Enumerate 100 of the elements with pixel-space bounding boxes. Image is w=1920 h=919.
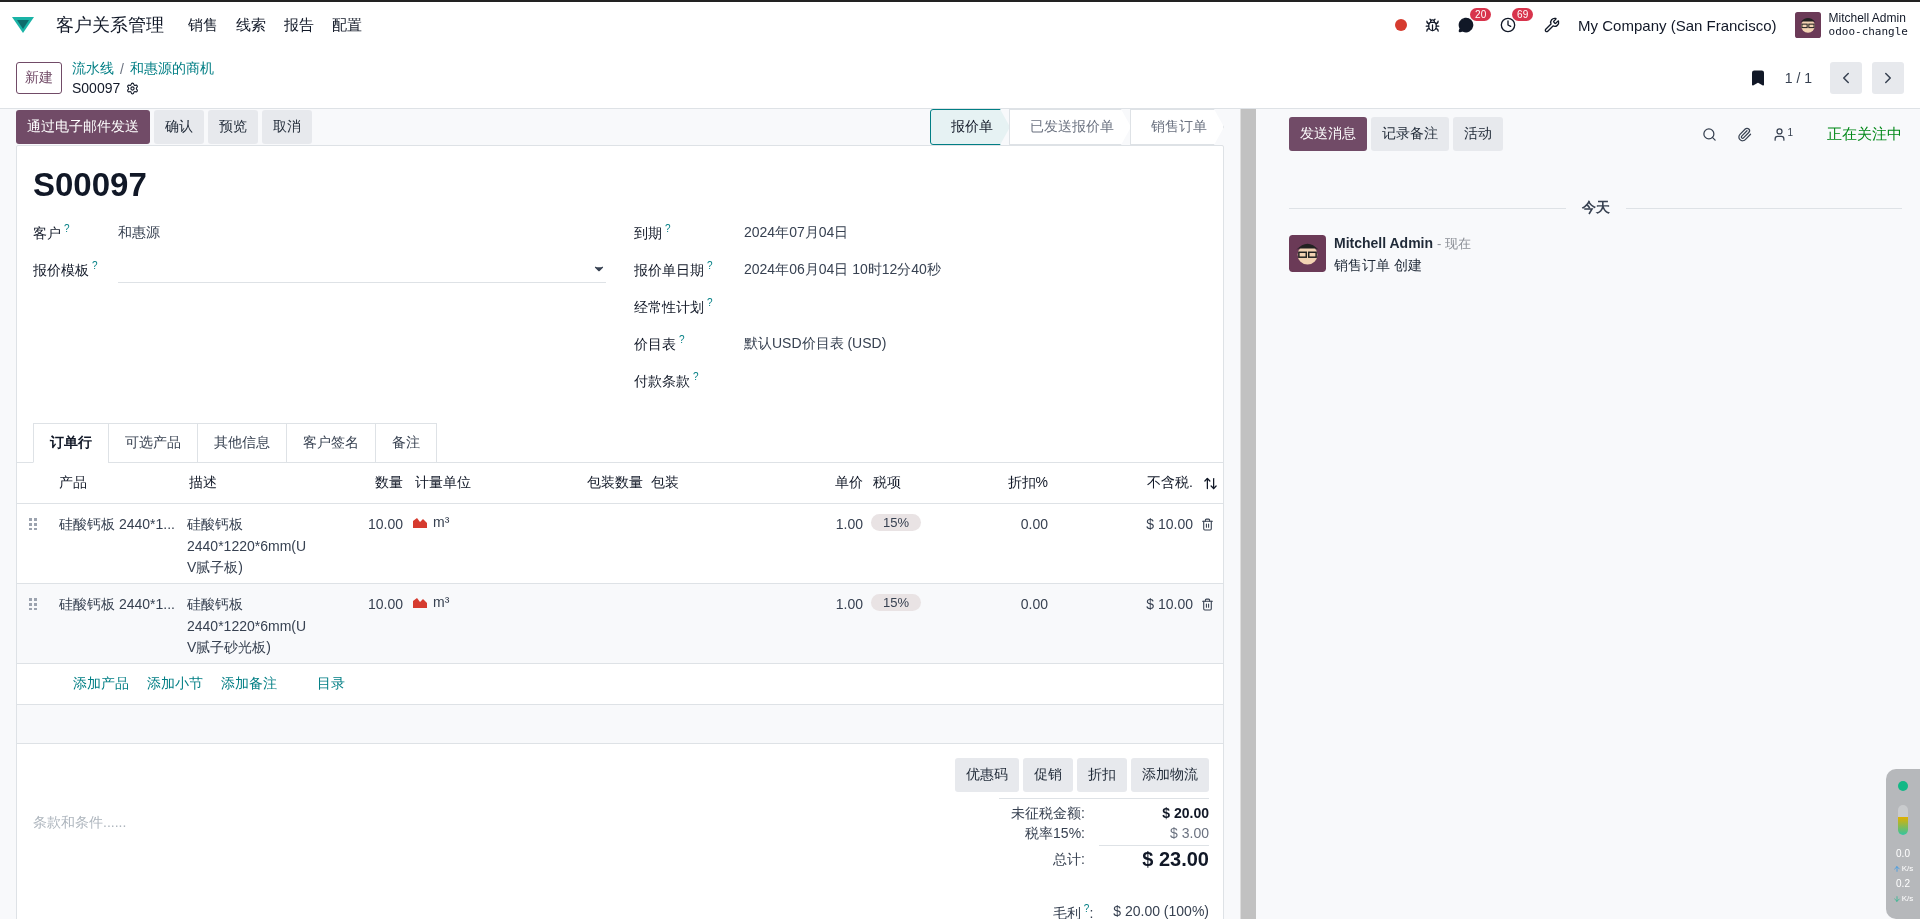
column-header[interactable]: 包装: [643, 474, 803, 492]
attachment-icon[interactable]: [1737, 126, 1753, 142]
add-link[interactable]: 添加备注: [221, 675, 277, 693]
status-stage[interactable]: 报价单: [930, 109, 1010, 145]
field-value[interactable]: 2024年07月04日: [744, 223, 849, 242]
bug-icon[interactable]: [1425, 17, 1441, 33]
help-icon[interactable]: ?: [707, 259, 713, 271]
upload-speed: 0.0: [1896, 849, 1910, 859]
table-cell-text: 0.00: [1019, 595, 1048, 614]
tab[interactable]: 可选产品: [108, 423, 198, 463]
table-cell-text: 硅酸钙板 2440*1220*6mm(U V腻子板): [187, 515, 308, 578]
field-value[interactable]: 2024年06月04日 10时12分40秒: [744, 260, 941, 279]
column-header[interactable]: 税项: [863, 474, 983, 492]
field-value[interactable]: 默认USD价目表 (USD): [744, 334, 887, 353]
table-cell-text: 0.00: [1019, 515, 1048, 534]
column-header[interactable]: 不含税.: [1048, 474, 1193, 492]
action-button[interactable]: 通过电子邮件发送: [16, 110, 150, 144]
message-author[interactable]: Mitchell Admin: [1334, 235, 1434, 251]
menu-item[interactable]: 销售: [188, 15, 218, 35]
chatter-button[interactable]: 记录备注: [1371, 117, 1449, 151]
field-label: 报价模板 $^{?}$: [33, 259, 99, 280]
notification-badge: 20: [1470, 8, 1492, 21]
settings-icon[interactable]: [126, 81, 140, 95]
column-header[interactable]: 计量单位: [403, 474, 563, 492]
tab[interactable]: 备注: [375, 423, 437, 463]
column-header[interactable]: 包装数量: [563, 474, 643, 492]
chatter-button[interactable]: 发送消息: [1289, 117, 1367, 151]
field-label: 价目表 $^{?}$: [634, 333, 686, 354]
status-stage[interactable]: 已发送报价单: [1009, 109, 1131, 145]
help-icon[interactable]: ?: [679, 333, 685, 345]
breadcrumb-separator: /: [120, 61, 124, 77]
delete-icon[interactable]: [1201, 598, 1214, 611]
column-header[interactable]: 数量: [363, 474, 403, 492]
chatter-button[interactable]: 活动: [1453, 117, 1503, 151]
total-label: 总计:: [1052, 850, 1085, 869]
menu-item[interactable]: 配置: [332, 15, 362, 35]
user-name[interactable]: Mitchell Admin: [1828, 11, 1908, 26]
help-icon[interactable]: ?: [64, 222, 70, 234]
upload-icon: [1892, 865, 1901, 873]
menu-item[interactable]: 报告: [284, 15, 314, 35]
field-value[interactable]: 和惠源: [118, 223, 160, 242]
download-icon: [1892, 895, 1901, 903]
avatar-icon: [1289, 235, 1326, 272]
field-label: 付款条款 $^{?}$: [634, 370, 700, 391]
column-header[interactable]: 单价: [803, 474, 863, 492]
date-divider: 今天: [1581, 199, 1610, 217]
tools-icon[interactable]: [1544, 17, 1561, 33]
avatar-icon: [1794, 12, 1821, 38]
field-label: 经常性计划 $^{?}$: [634, 296, 714, 317]
chat-icon[interactable]: [1458, 17, 1475, 33]
column-header[interactable]: 产品: [57, 474, 187, 492]
recording-icon[interactable]: [1395, 19, 1408, 31]
forecast-chart-icon[interactable]: [413, 516, 427, 528]
logo-icon: [12, 17, 34, 33]
tax-tag: 15%: [871, 514, 922, 531]
message-text: 销售订单 创建: [1334, 257, 1423, 275]
field-label: 客户 $^{?}$: [33, 222, 71, 243]
help-icon[interactable]: ?: [665, 222, 671, 234]
breadcrumb-link[interactable]: 和惠源的商机: [129, 60, 214, 78]
column-header[interactable]: 描述: [187, 474, 363, 492]
add-link[interactable]: 添加产品: [73, 675, 129, 693]
column-settings-icon[interactable]: [1203, 475, 1218, 491]
drag-handle-icon[interactable]: [29, 598, 37, 610]
scrollbar[interactable]: [1240, 109, 1256, 919]
pager[interactable]: 1 / 1: [1784, 70, 1812, 86]
promo-button[interactable]: 添加物流: [1131, 758, 1209, 792]
notification-badge: 69: [1512, 8, 1534, 21]
promo-button[interactable]: 优惠码: [955, 758, 1019, 792]
company-name[interactable]: My Company (San Francisco): [1578, 16, 1777, 34]
action-button[interactable]: 确认: [154, 110, 204, 144]
help-icon[interactable]: ?: [92, 259, 98, 271]
help-icon[interactable]: ?: [693, 370, 699, 382]
drag-handle-icon[interactable]: [29, 518, 37, 530]
help-icon[interactable]: ?: [707, 296, 713, 308]
app-name[interactable]: 客户关系管理: [56, 13, 164, 37]
tab[interactable]: 订单行: [33, 423, 109, 463]
action-button[interactable]: 预览: [208, 110, 258, 144]
message-time: - 现在: [1437, 235, 1471, 253]
help-icon[interactable]: ?: [1083, 903, 1090, 914]
status-stage[interactable]: 销售订单: [1130, 109, 1224, 145]
table-cell-text: 10.00: [366, 595, 403, 614]
delete-icon[interactable]: [1201, 518, 1214, 531]
breadcrumb-link[interactable]: 流水线: [72, 60, 114, 78]
column-header[interactable]: 折扣%: [983, 474, 1048, 492]
follow-status[interactable]: 正在关注中: [1827, 124, 1902, 144]
promo-button[interactable]: 促销: [1023, 758, 1073, 792]
clock-icon[interactable]: [1500, 17, 1517, 33]
add-link[interactable]: 目录: [317, 675, 345, 693]
promo-button[interactable]: 折扣: [1077, 758, 1127, 792]
forecast-chart-icon[interactable]: [413, 596, 427, 608]
field-label: 到期 $^{?}$: [634, 222, 672, 243]
table-cell: m³: [433, 594, 450, 610]
followers-icon[interactable]: [1772, 126, 1788, 142]
total-value: $ 20.00: [1161, 805, 1209, 823]
action-button[interactable]: 取消: [262, 110, 312, 144]
database-name: odoo-changle: [1828, 25, 1908, 39]
search-icon[interactable]: [1702, 126, 1718, 142]
new-button[interactable]: 新建: [16, 62, 62, 94]
menu-item[interactable]: 线索: [236, 15, 266, 35]
add-link[interactable]: 添加小节: [147, 675, 203, 693]
